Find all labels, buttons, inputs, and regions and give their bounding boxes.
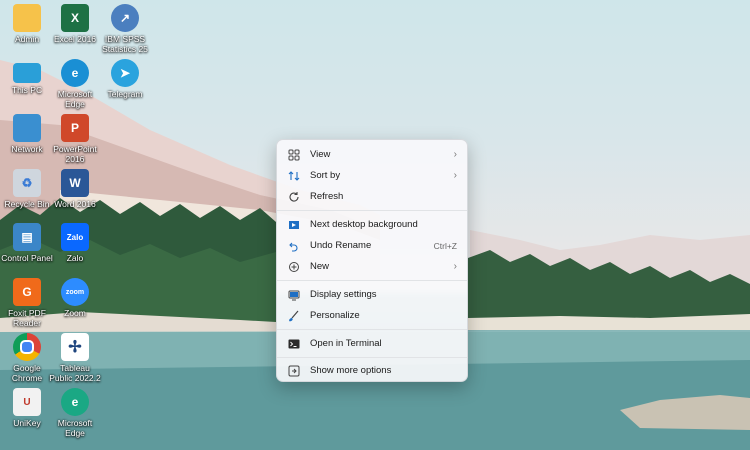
menu-item-label: View <box>310 149 331 160</box>
chrome-icon <box>13 333 41 361</box>
more-options-icon <box>287 364 301 378</box>
word-icon: W <box>61 169 89 197</box>
desktop-icon-label: Zalo <box>66 253 84 263</box>
desktop-icon-this-pc[interactable]: This PC <box>0 59 54 95</box>
menu-item-display-settings[interactable]: Display settings <box>281 284 465 305</box>
menu-item-personalize[interactable]: Personalize <box>281 305 465 326</box>
desktop-icon-recycle-bin[interactable]: ♻ Recycle Bin <box>0 169 54 209</box>
menu-item-sort-by[interactable]: Sort by › <box>281 165 465 186</box>
desktop[interactable]: Admin X Excel 2016 ↗ IBM SPSS Statistics… <box>0 0 750 450</box>
menu-item-label: Display settings <box>310 289 377 300</box>
tableau-icon: ✢ <box>61 333 89 361</box>
desktop-icon-zoom[interactable]: zoom Zoom <box>48 278 102 318</box>
menu-separator <box>277 329 467 330</box>
powerpoint-icon: P <box>61 114 89 142</box>
chevron-right-icon: › <box>453 149 457 160</box>
desktop-icon-label: PowerPoint 2016 <box>53 144 97 164</box>
menu-item-label: Sort by <box>310 170 341 181</box>
foxit-icon: G <box>13 278 41 306</box>
chevron-right-icon: › <box>453 261 457 272</box>
menu-item-label: Show more options <box>310 365 392 376</box>
desktop-icon-powerpoint[interactable]: P PowerPoint 2016 <box>48 114 102 164</box>
desktop-icon-telegram[interactable]: ➤ Telegram <box>98 59 152 99</box>
refresh-icon <box>287 190 301 204</box>
desktop-icon-label: Microsoft Edge <box>57 418 93 438</box>
menu-item-next-desktop-background[interactable]: Next desktop background <box>281 214 465 235</box>
display-icon <box>287 288 301 302</box>
desktop-icon-admin[interactable]: Admin <box>0 4 54 44</box>
menu-item-view[interactable]: View › <box>281 144 465 165</box>
menu-item-label: Next desktop background <box>310 219 418 230</box>
desktop-icon-chrome[interactable]: Google Chrome <box>0 333 54 383</box>
edge-icon: e <box>61 59 89 87</box>
menu-item-shortcut: Ctrl+Z <box>433 240 457 251</box>
desktop-icon-label: Zoom <box>64 308 86 318</box>
menu-item-label: Undo Rename <box>310 240 372 251</box>
desktop-icon-word[interactable]: W Word 2016 <box>48 169 102 209</box>
menu-separator <box>277 357 467 358</box>
desktop-icon-label: Tableau Public 2022.2 <box>49 363 101 383</box>
desktop-icon-edge[interactable]: e Microsoft Edge <box>48 59 102 109</box>
menu-separator <box>277 210 467 211</box>
telegram-icon: ➤ <box>111 59 139 87</box>
new-icon <box>287 260 301 274</box>
menu-item-label: New <box>310 261 330 272</box>
desktop-icon-label: Network <box>11 144 43 154</box>
network-icon <box>13 114 41 142</box>
menu-item-label: Open in Terminal <box>310 338 382 349</box>
desktop-icon-label: Foxit PDF Reader <box>8 308 46 328</box>
chevron-right-icon: › <box>453 170 457 181</box>
desktop-icon-label: Telegram <box>107 89 143 99</box>
desktop-context-menu: View › Sort by › Refresh Next desktop ba… <box>276 139 468 382</box>
desktop-icon-tableau[interactable]: ✢ Tableau Public 2022.2 <box>48 333 102 383</box>
recycle-bin-icon: ♻ <box>13 169 41 197</box>
sort-icon <box>287 169 301 183</box>
folder-icon <box>13 4 41 32</box>
undo-icon <box>287 239 301 253</box>
desktop-icon-label: This PC <box>11 85 43 95</box>
desktop-icon-label: Microsoft Edge <box>57 89 93 109</box>
menu-item-refresh[interactable]: Refresh <box>281 186 465 207</box>
computer-icon <box>13 63 41 83</box>
unikey-icon: U <box>13 388 41 416</box>
desktop-icon-zalo[interactable]: Zalo Zalo <box>48 223 102 263</box>
zoom-icon: zoom <box>61 278 89 306</box>
desktop-icon-label: Admin <box>14 34 40 44</box>
menu-item-undo-rename[interactable]: Undo Rename Ctrl+Z <box>281 235 465 256</box>
menu-item-label: Refresh <box>310 191 344 202</box>
excel-icon: X <box>61 4 89 32</box>
view-grid-icon <box>287 148 301 162</box>
desktop-icon-excel[interactable]: X Excel 2016 <box>48 4 102 44</box>
desktop-icon-edge-2[interactable]: e Microsoft Edge <box>48 388 102 438</box>
desktop-icon-label: Google Chrome <box>11 363 43 383</box>
next-background-icon <box>287 218 301 232</box>
menu-separator <box>277 280 467 281</box>
desktop-icon-label: IBM SPSS Statistics 25 <box>102 34 148 54</box>
desktop-icon-spss[interactable]: ↗ IBM SPSS Statistics 25 <box>98 4 152 54</box>
menu-item-open-in-terminal[interactable]: Open in Terminal <box>281 333 465 354</box>
desktop-icon-label: Word 2016 <box>54 199 96 209</box>
desktop-icon-foxit[interactable]: G Foxit PDF Reader <box>0 278 54 328</box>
menu-item-label: Personalize <box>310 310 360 321</box>
terminal-icon <box>287 337 301 351</box>
zalo-icon: Zalo <box>61 223 89 251</box>
desktop-icon-label: Control Panel <box>1 253 53 263</box>
desktop-icon-network[interactable]: Network <box>0 114 54 154</box>
spss-icon: ↗ <box>111 4 139 32</box>
menu-item-show-more-options[interactable]: Show more options <box>281 360 465 381</box>
brush-icon <box>287 309 301 323</box>
control-panel-icon: ▤ <box>13 223 41 251</box>
desktop-icon-label: Excel 2016 <box>53 34 97 44</box>
menu-item-new[interactable]: New › <box>281 256 465 277</box>
desktop-icon-unikey[interactable]: U UniKey <box>0 388 54 428</box>
edge-icon: e <box>61 388 89 416</box>
desktop-icon-label: UniKey <box>13 418 41 428</box>
desktop-icon-label: Recycle Bin <box>4 199 50 209</box>
desktop-icon-control-panel[interactable]: ▤ Control Panel <box>0 223 54 263</box>
